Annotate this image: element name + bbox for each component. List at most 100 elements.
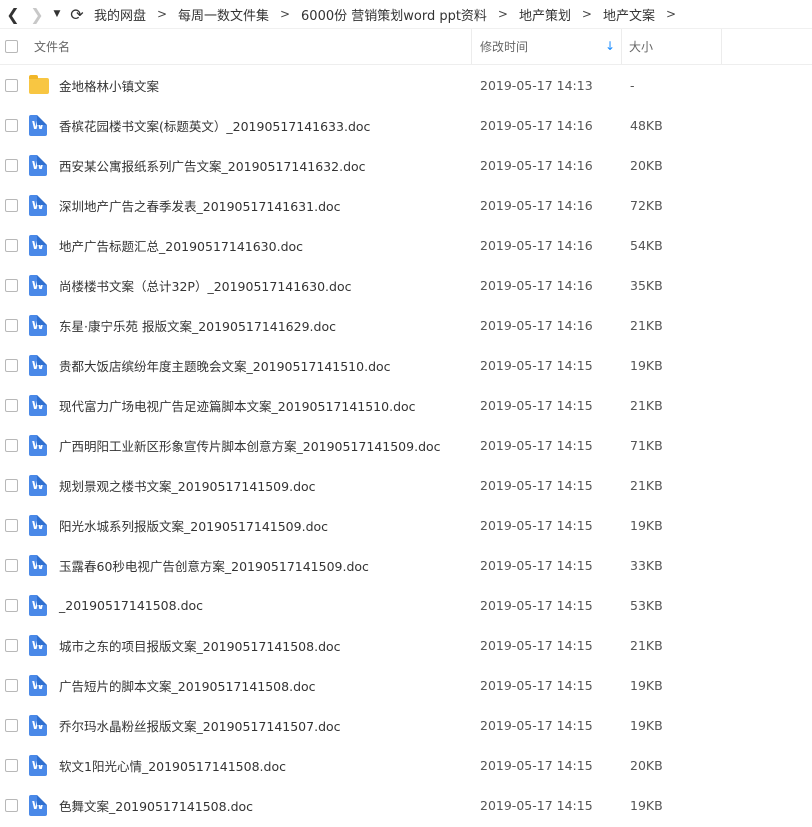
file-row[interactable]: W 规划景观之楼书文案_20190517141509.doc 2019-05-17 … bbox=[0, 465, 812, 505]
file-size: 19KB bbox=[630, 357, 663, 373]
file-row[interactable]: W _20190517141508.doc 2019-05-17 14:15 53KB bbox=[0, 585, 812, 625]
sort-descending-icon[interactable]: ↓ bbox=[605, 39, 615, 53]
row-checkbox[interactable] bbox=[5, 585, 18, 625]
word-doc-icon: W bbox=[29, 594, 47, 616]
row-checkbox[interactable] bbox=[5, 465, 18, 505]
row-checkbox[interactable] bbox=[5, 345, 18, 385]
file-name[interactable]: 城市之东的项目报版文案_20190517141508.doc bbox=[59, 625, 341, 665]
row-checkbox[interactable] bbox=[5, 265, 18, 305]
file-modified: 2019-05-17 14:16 bbox=[480, 197, 593, 213]
row-checkbox[interactable] bbox=[5, 545, 18, 585]
row-checkbox[interactable] bbox=[5, 505, 18, 545]
breadcrumb-item[interactable]: 每周一数文件集 bbox=[178, 5, 269, 24]
row-checkbox[interactable] bbox=[5, 225, 18, 265]
file-icon-cell: W bbox=[29, 705, 47, 745]
file-size: 72KB bbox=[630, 197, 663, 213]
file-modified: 2019-05-17 14:15 bbox=[480, 517, 593, 533]
row-checkbox[interactable] bbox=[5, 185, 18, 225]
nav-buttons: ❮ ❯ ▼ ⟳ bbox=[0, 0, 88, 28]
file-modified: 2019-05-17 14:16 bbox=[480, 317, 593, 333]
file-name[interactable]: 西安某公寓报纸系列广告文案_20190517141632.doc bbox=[59, 145, 366, 185]
file-name[interactable]: 地产广告标题汇总_20190517141630.doc bbox=[59, 225, 303, 265]
file-name[interactable]: 广告短片的脚本文案_20190517141508.doc bbox=[59, 665, 316, 705]
file-row[interactable]: W 阳光水城系列报版文案_20190517141509.doc 2019-05-17… bbox=[0, 505, 812, 545]
file-name[interactable]: 香槟花园楼书文案(标题英文）_20190517141633.doc bbox=[59, 105, 370, 145]
breadcrumb-item[interactable]: 地产策划 bbox=[519, 5, 571, 24]
file-name[interactable]: 乔尔玛水晶粉丝报版文案_20190517141507.doc bbox=[59, 705, 341, 745]
breadcrumb-item[interactable]: 我的网盘 bbox=[94, 5, 146, 24]
row-checkbox[interactable] bbox=[5, 385, 18, 425]
file-name[interactable]: 阳光水城系列报版文案_20190517141509.doc bbox=[59, 505, 328, 545]
row-checkbox[interactable] bbox=[5, 305, 18, 345]
row-checkbox[interactable] bbox=[5, 665, 18, 705]
file-size: 19KB bbox=[630, 517, 663, 533]
file-name[interactable]: 深圳地产广告之春季发表_20190517141631.doc bbox=[59, 185, 341, 225]
row-checkbox[interactable] bbox=[5, 745, 18, 785]
row-checkbox[interactable] bbox=[5, 105, 18, 145]
file-row[interactable]: W 地产广告标题汇总_20190517141630.doc 2019-05-17 1… bbox=[0, 225, 812, 265]
column-size[interactable]: 大小 bbox=[629, 29, 653, 64]
word-doc-icon: W bbox=[29, 434, 47, 456]
file-modified: 2019-05-17 14:15 bbox=[480, 557, 593, 573]
breadcrumb-item[interactable]: 地产文案 bbox=[603, 5, 655, 24]
forward-icon[interactable]: ❯ bbox=[26, 5, 48, 24]
file-name[interactable]: 玉露春60秒电视广告创意方案_20190517141509.doc bbox=[59, 545, 369, 585]
file-icon-cell bbox=[29, 65, 49, 105]
file-row[interactable]: W 城市之东的项目报版文案_20190517141508.doc 2019-05-1… bbox=[0, 625, 812, 665]
file-name[interactable]: _20190517141508.doc bbox=[59, 585, 203, 625]
file-row[interactable]: W 香槟花园楼书文案(标题英文）_20190517141633.doc 2019-0… bbox=[0, 105, 812, 145]
refresh-icon[interactable]: ⟳ bbox=[66, 5, 88, 24]
file-modified: 2019-05-17 14:15 bbox=[480, 597, 593, 613]
file-icon-cell: W bbox=[29, 265, 47, 305]
column-divider[interactable] bbox=[621, 29, 622, 64]
file-icon-cell: W bbox=[29, 585, 47, 625]
column-divider[interactable] bbox=[721, 29, 722, 64]
select-all-checkbox[interactable] bbox=[5, 29, 18, 64]
file-name[interactable]: 金地格林小镇文案 bbox=[59, 65, 159, 105]
word-doc-icon: W bbox=[29, 354, 47, 376]
file-row[interactable]: W 贵都大饭店缤纷年度主题晚会文案_20190517141510.doc 2019-… bbox=[0, 345, 812, 385]
file-row[interactable]: W 乔尔玛水晶粉丝报版文案_20190517141507.doc 2019-05-1… bbox=[0, 705, 812, 745]
row-checkbox[interactable] bbox=[5, 785, 18, 825]
file-row[interactable]: W 软文1阳光心情_20190517141508.doc 2019-05-17 14… bbox=[0, 745, 812, 785]
row-checkbox[interactable] bbox=[5, 65, 18, 105]
file-icon-cell: W bbox=[29, 185, 47, 225]
file-name[interactable]: 现代富力广场电视广告足迹篇脚本文案_20190517141510.doc bbox=[59, 385, 416, 425]
column-name[interactable]: 文件名 bbox=[34, 29, 70, 64]
file-modified: 2019-05-17 14:16 bbox=[480, 237, 593, 253]
file-row[interactable]: 金地格林小镇文案 2019-05-17 14:13 - bbox=[0, 65, 812, 105]
file-name[interactable]: 尚楼楼书文案（总计32P）_20190517141630.doc bbox=[59, 265, 351, 305]
file-row[interactable]: W 东星·康宁乐苑 报版文案_20190517141629.doc 2019-05-… bbox=[0, 305, 812, 345]
row-checkbox[interactable] bbox=[5, 145, 18, 185]
row-checkbox[interactable] bbox=[5, 705, 18, 745]
history-dropdown-icon[interactable]: ▼ bbox=[48, 9, 66, 19]
file-modified: 2019-05-17 14:15 bbox=[480, 437, 593, 453]
file-name[interactable]: 广西明阳工业新区形象宣传片脚本创意方案_20190517141509.doc bbox=[59, 425, 441, 465]
word-doc-icon: W bbox=[29, 514, 47, 536]
back-icon[interactable]: ❮ bbox=[0, 5, 26, 24]
file-name[interactable]: 色舞文案_20190517141508.doc bbox=[59, 785, 253, 825]
file-row[interactable]: W 深圳地产广告之春季发表_20190517141631.doc 2019-05-1… bbox=[0, 185, 812, 225]
file-size: 21KB bbox=[630, 477, 663, 493]
file-row[interactable]: W 西安某公寓报纸系列广告文案_20190517141632.doc 2019-05… bbox=[0, 145, 812, 185]
column-divider[interactable] bbox=[471, 29, 472, 64]
file-name[interactable]: 东星·康宁乐苑 报版文案_20190517141629.doc bbox=[59, 305, 336, 345]
file-row[interactable]: W 尚楼楼书文案（总计32P）_20190517141630.doc 2019-05… bbox=[0, 265, 812, 305]
file-size: 20KB bbox=[630, 757, 663, 773]
file-name[interactable]: 贵都大饭店缤纷年度主题晚会文案_20190517141510.doc bbox=[59, 345, 391, 385]
toolbar: ❮ ❯ ▼ ⟳ 我的网盘 > 每周一数文件集 >6000份 营销策划word ppt资… bbox=[0, 0, 812, 29]
file-row[interactable]: W 玉露春60秒电视广告创意方案_20190517141509.doc 2019-0… bbox=[0, 545, 812, 585]
file-row[interactable]: W 现代富力广场电视广告足迹篇脚本文案_20190517141510.doc 201… bbox=[0, 385, 812, 425]
row-checkbox[interactable] bbox=[5, 625, 18, 665]
file-size: 19KB bbox=[630, 717, 663, 733]
file-row[interactable]: W 色舞文案_20190517141508.doc 2019-05-17 14:15… bbox=[0, 785, 812, 825]
file-row[interactable]: W 广西明阳工业新区形象宣传片脚本创意方案_20190517141509.doc 2… bbox=[0, 425, 812, 465]
row-checkbox[interactable] bbox=[5, 425, 18, 465]
file-name[interactable]: 规划景观之楼书文案_20190517141509.doc bbox=[59, 465, 316, 505]
column-modified[interactable]: 修改时间 bbox=[480, 29, 528, 64]
breadcrumb-item[interactable]: 6000份 营销策划word ppt资料 bbox=[301, 5, 487, 24]
word-doc-icon: W bbox=[29, 674, 47, 696]
file-name[interactable]: 软文1阳光心情_20190517141508.doc bbox=[59, 745, 286, 785]
file-row[interactable]: W 广告短片的脚本文案_20190517141508.doc 2019-05-17 … bbox=[0, 665, 812, 705]
file-modified: 2019-05-17 14:15 bbox=[480, 477, 593, 493]
